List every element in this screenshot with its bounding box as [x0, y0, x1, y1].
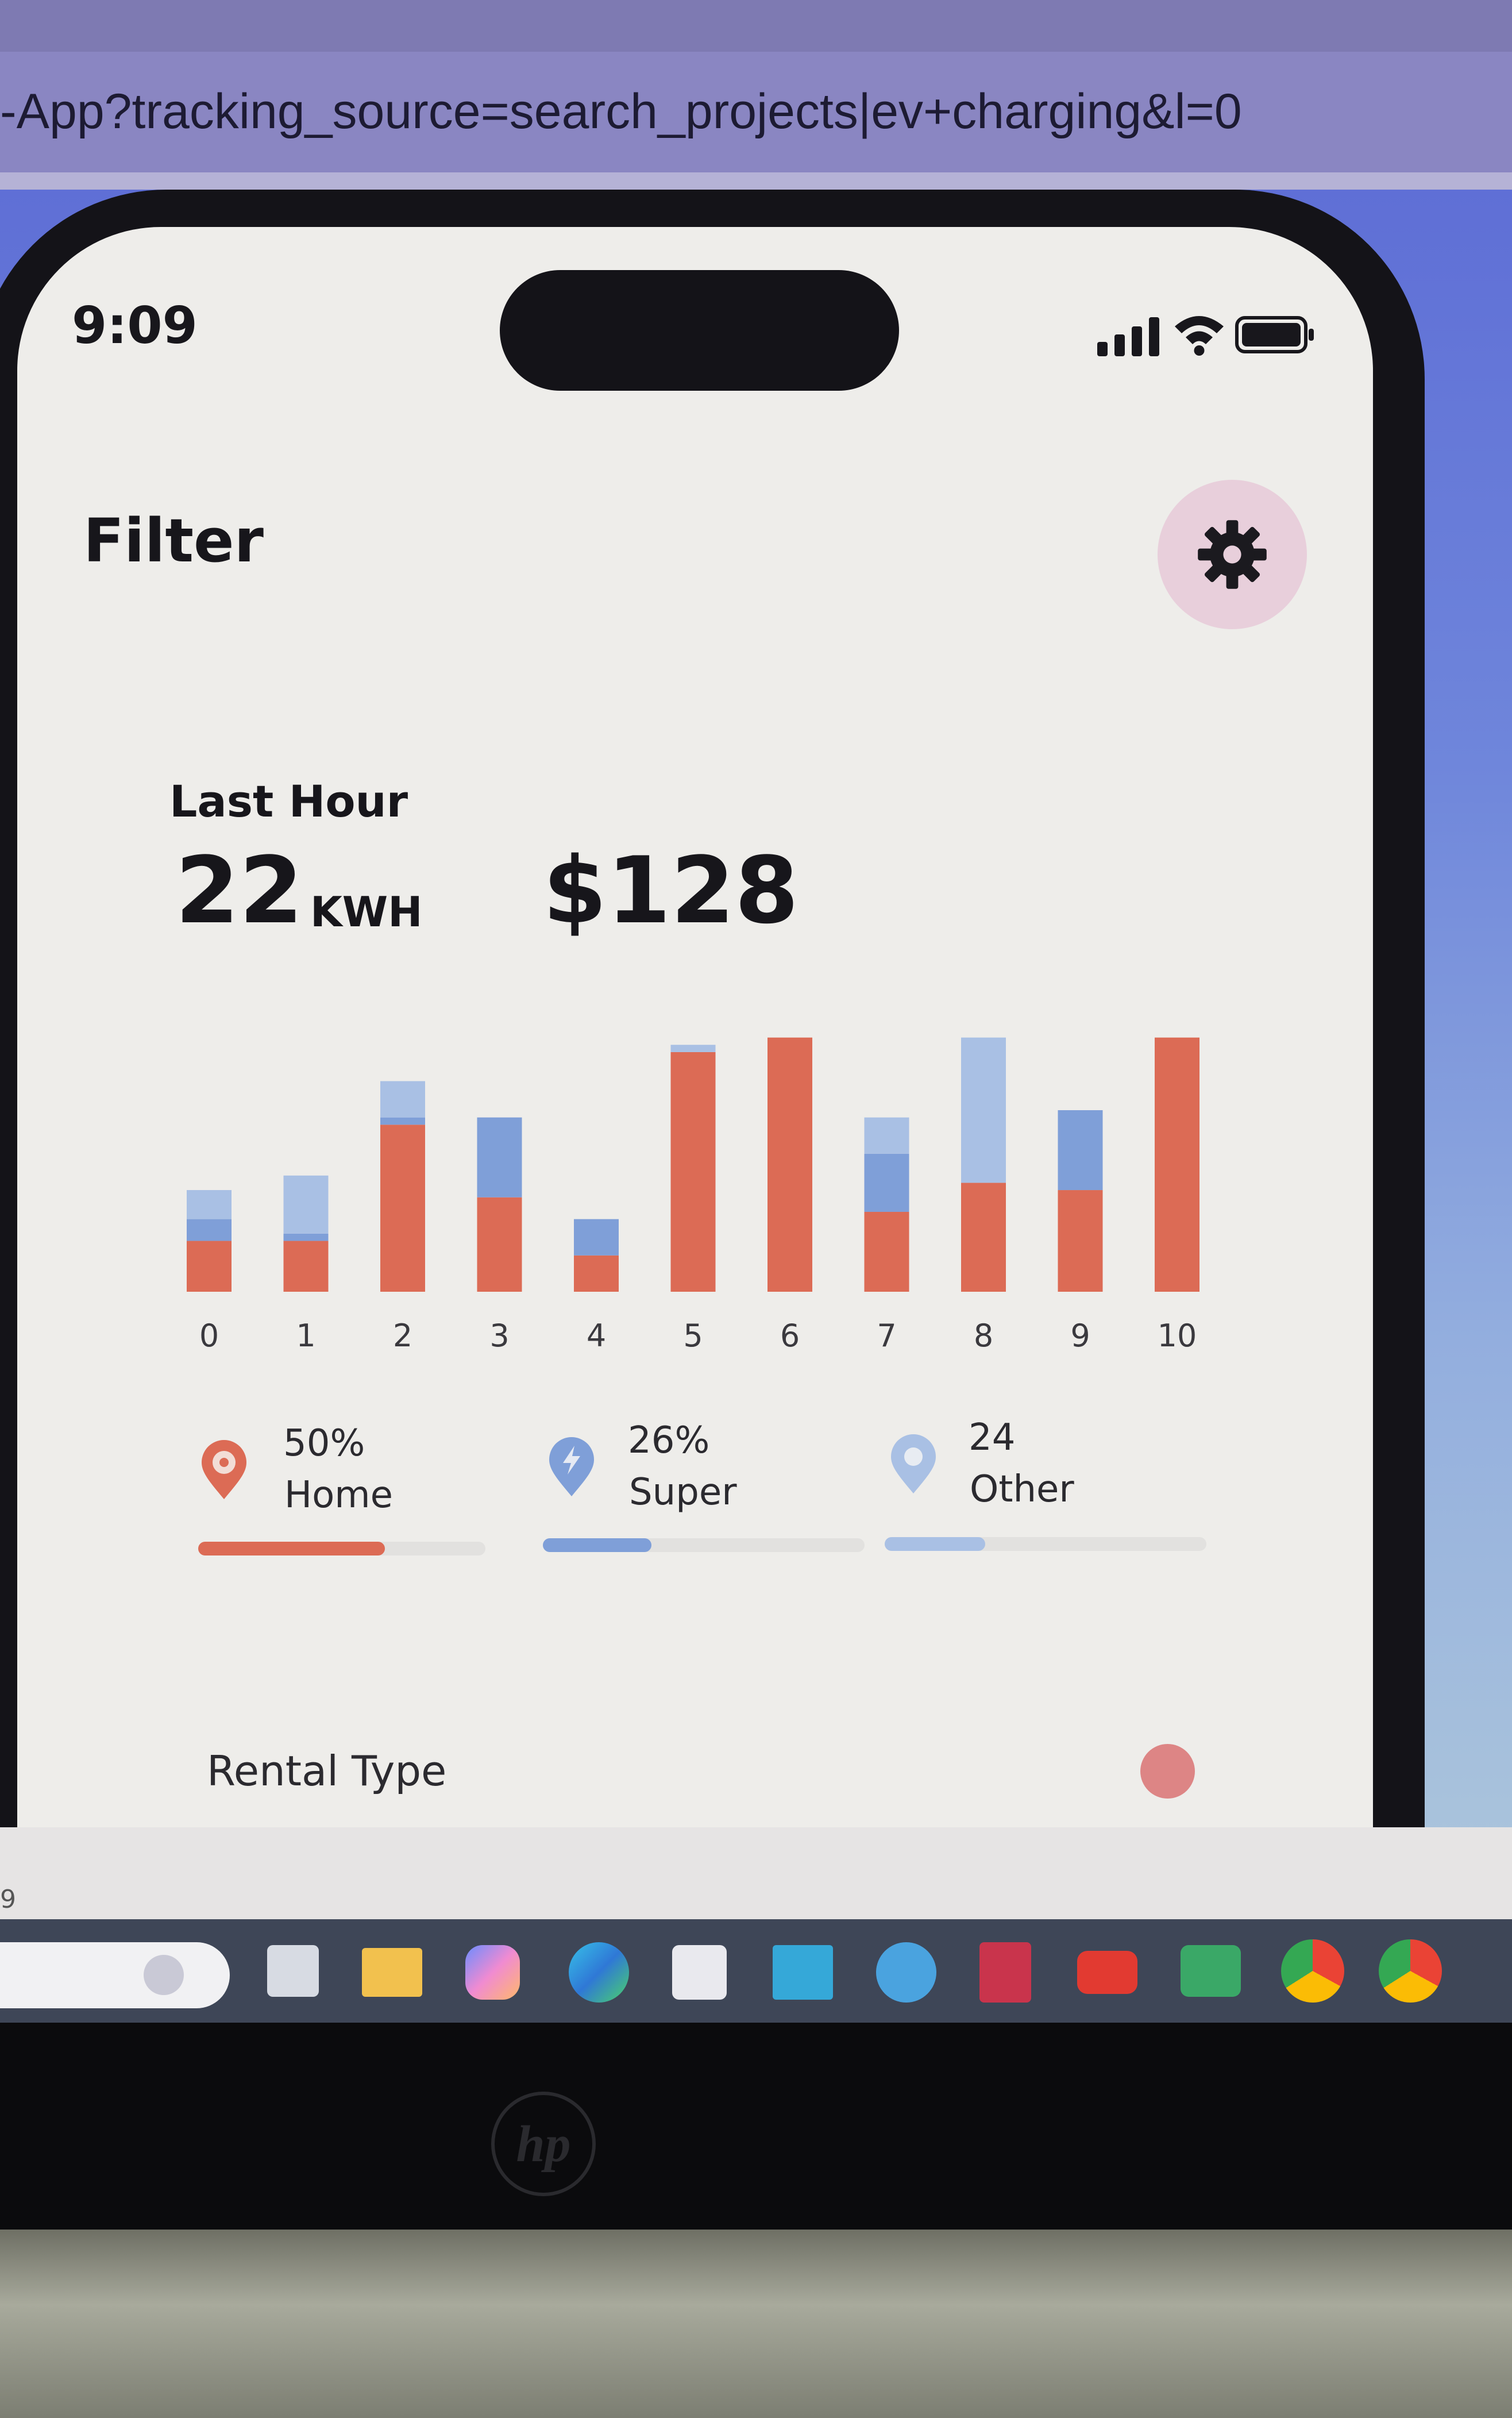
bar-1-home	[283, 1241, 329, 1292]
bar-7-super	[864, 1153, 909, 1212]
bar-2-home	[380, 1125, 425, 1292]
bar-1-super	[283, 1233, 329, 1241]
battery-icon	[1235, 316, 1314, 353]
bar-2-super	[380, 1117, 425, 1125]
x-tick-label: 4	[587, 1318, 606, 1354]
rental-type-toggle[interactable]	[1140, 1744, 1195, 1799]
meet-icon[interactable]	[1181, 1945, 1241, 1997]
cost-value: $128	[543, 837, 799, 944]
bar-7-home	[864, 1211, 909, 1292]
address-bar-url[interactable]: -App?tracking_source=search_projects|ev+…	[0, 83, 1242, 140]
task-view-icon[interactable]	[267, 1945, 319, 1997]
legend-home-bar	[198, 1542, 385, 1555]
x-tick-label: 2	[393, 1318, 412, 1354]
x-tick-label: 10	[1158, 1318, 1197, 1354]
legend-other-bar	[885, 1537, 985, 1551]
legend-super-bar	[543, 1538, 652, 1552]
bar-9-super	[1058, 1110, 1103, 1191]
file-explorer-icon[interactable]	[362, 1948, 422, 1997]
edge-icon[interactable]	[569, 1942, 629, 2003]
bar-4-home	[574, 1255, 619, 1292]
x-tick-label: 9	[1070, 1318, 1090, 1354]
page-footer-area	[0, 1827, 1512, 1919]
status-time: 9:09	[72, 296, 198, 355]
bar-8-home	[961, 1183, 1006, 1292]
legend-super-label: Super	[629, 1471, 737, 1514]
taskbar-search[interactable]	[0, 1942, 230, 2008]
x-tick-label: 3	[489, 1318, 509, 1354]
address-bar-divider	[0, 172, 1512, 190]
copilot-icon[interactable]	[465, 1945, 520, 2000]
bar-7-other	[864, 1117, 909, 1154]
rental-type-label: Rental Type	[207, 1747, 447, 1795]
bar-0-home	[187, 1241, 232, 1292]
legend-other-percent: 24	[969, 1416, 1016, 1459]
bar-4-super	[574, 1219, 619, 1256]
x-tick-label: 0	[199, 1318, 219, 1354]
bar-10-home	[1155, 1037, 1199, 1292]
usage-chart: 0 1 2 3 4 5 6 7 8 9 10	[187, 1037, 1199, 1354]
bar-1-other	[283, 1175, 329, 1234]
wifi-icon	[1175, 316, 1224, 356]
bar-0-super	[187, 1219, 232, 1241]
legend-home-percent: 50%	[283, 1422, 365, 1465]
bar-5-home	[670, 1052, 716, 1292]
home-pin-icon	[202, 1440, 246, 1499]
lightning-pin-icon	[549, 1437, 594, 1496]
energy-unit: KWH	[310, 888, 423, 936]
help-icon[interactable]	[876, 1942, 936, 2003]
settings-button[interactable]	[1158, 480, 1307, 629]
x-tick-label: 8	[974, 1318, 993, 1354]
laptop-chassis	[0, 2230, 1512, 2418]
bar-9-home	[1058, 1190, 1103, 1292]
chrome-icon[interactable]	[1281, 1939, 1344, 2003]
energy-value: 22	[175, 837, 303, 944]
chrome-profile-icon[interactable]	[1379, 1939, 1442, 2003]
legend-other-label: Other	[970, 1468, 1074, 1511]
pin-icon	[891, 1434, 936, 1493]
laptop-bezel	[0, 2023, 1512, 2230]
store-icon[interactable]	[672, 1945, 727, 2000]
x-tick-label: 1	[296, 1318, 315, 1354]
myhp-icon[interactable]	[773, 1945, 833, 2000]
bar-8-other	[961, 1037, 1006, 1183]
youtube-icon[interactable]	[1077, 1951, 1137, 1994]
x-tick-label: 5	[683, 1318, 703, 1354]
search-mascot-icon	[144, 1955, 184, 1995]
legend-super-percent: 26%	[628, 1419, 710, 1462]
bar-0-other	[187, 1190, 232, 1219]
bar-2-other	[380, 1081, 425, 1118]
window-top-strip	[0, 0, 1512, 52]
bar-5-other	[670, 1045, 716, 1052]
page-title: Filter	[83, 506, 264, 576]
bar-3-home	[477, 1197, 522, 1292]
signal-icon	[1097, 317, 1159, 356]
gear-icon	[1198, 520, 1267, 589]
mcafee-icon[interactable]	[979, 1942, 1031, 2003]
period-label: Last Hour	[169, 776, 408, 827]
brand-logo: hp	[491, 2092, 596, 2196]
bar-3-super	[477, 1117, 522, 1198]
x-tick-label: 6	[780, 1318, 800, 1354]
legend-home-label: Home	[284, 1474, 393, 1516]
bar-6-home	[767, 1037, 812, 1292]
footer-text: 9	[0, 1885, 16, 1914]
x-tick-label: 7	[877, 1318, 896, 1354]
dynamic-island	[500, 270, 899, 391]
